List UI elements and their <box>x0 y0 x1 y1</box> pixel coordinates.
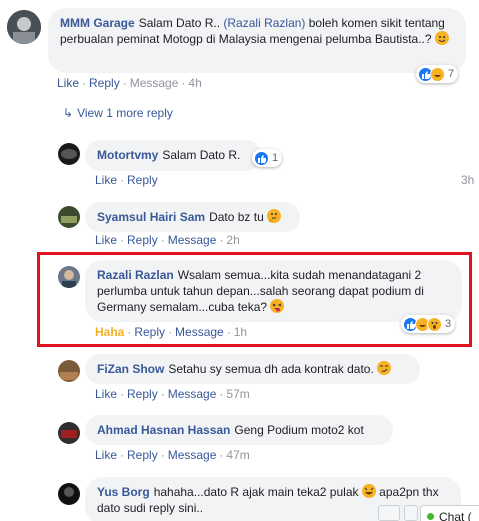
like-button[interactable]: Like <box>57 76 79 90</box>
comment-bubble: FiZan Show Setahu sy semua dh ada kontrak… <box>85 354 420 384</box>
reply-button[interactable]: Reply <box>127 448 158 462</box>
smile-emoji-icon <box>434 31 449 45</box>
comment-bubble: MMM Garage Salam Dato R.. (Razali Razlan)… <box>48 8 466 73</box>
reply-button[interactable]: Reply <box>127 387 158 401</box>
like-reaction-icon <box>254 150 269 166</box>
comment-author[interactable]: MMM Garage <box>60 16 135 30</box>
reaction-summary[interactable]: 3 <box>401 315 456 333</box>
haha-reaction-icon <box>430 66 445 82</box>
timestamp[interactable]: 47m <box>226 448 249 462</box>
message-button[interactable]: Message <box>130 76 179 90</box>
like-button[interactable]: Like <box>95 233 117 247</box>
comment-actions: Haha · Reply · Message · 1h <box>95 325 248 339</box>
comment-author[interactable]: Yus Borg <box>97 485 150 499</box>
comment-bubble: Motortvmy Salam Dato R. <box>85 140 262 171</box>
like-button[interactable]: Like <box>95 448 117 462</box>
haha-button[interactable]: Haha <box>95 325 124 339</box>
smirk-emoji-icon <box>377 361 392 375</box>
avatar[interactable] <box>58 143 80 165</box>
mention-link[interactable]: (Razali Razlan) <box>223 16 305 30</box>
comment-bubble: Ahmad Hasnan Hassan Geng Podium moto2 kot <box>85 415 393 445</box>
comment-author[interactable]: Motortvmy <box>97 148 158 162</box>
online-status-icon <box>427 513 434 520</box>
reply-button[interactable]: Reply <box>127 173 158 187</box>
comment-author[interactable]: FiZan Show <box>97 362 164 376</box>
reply-button[interactable]: Reply <box>127 233 158 247</box>
comment-author[interactable]: Razali Razlan <box>97 268 174 282</box>
comment-author[interactable]: Syamsul Hairi Sam <box>97 210 205 224</box>
timestamp[interactable]: 57m <box>226 387 249 401</box>
avatar[interactable] <box>58 422 80 444</box>
wow-reaction-icon <box>427 316 442 332</box>
thinking-emoji-icon <box>267 209 282 223</box>
gif-icon[interactable] <box>404 505 418 521</box>
reply-button[interactable]: Reply <box>89 76 120 90</box>
avatar[interactable] <box>58 266 80 288</box>
comment-actions: Like · Reply · Message · 47m <box>95 448 250 462</box>
like-button[interactable]: Like <box>95 173 117 187</box>
reaction-summary[interactable]: 1 <box>252 149 283 167</box>
message-button[interactable]: Message <box>168 233 217 247</box>
rofl-emoji-icon <box>361 484 376 498</box>
message-button[interactable]: Message <box>168 448 217 462</box>
comment-bubble: Syamsul Hairi Sam Dato bz tu <box>85 202 300 232</box>
avatar[interactable] <box>58 360 80 382</box>
like-button[interactable]: Like <box>95 387 117 401</box>
chat-tab[interactable]: Chat ( <box>420 505 479 521</box>
timestamp[interactable]: 2h <box>226 233 239 247</box>
reaction-summary[interactable]: 7 <box>416 65 459 83</box>
reply-button[interactable]: Reply <box>134 325 165 339</box>
comment-author[interactable]: Ahmad Hasnan Hassan <box>97 423 230 437</box>
comment-actions: Like · Reply <box>95 173 158 187</box>
comment-bubble: Razali Razlan Wsalam semua...kita sudah m… <box>85 260 462 322</box>
view-more-replies-link[interactable]: ↳ View 1 more reply <box>63 106 173 120</box>
timestamp[interactable]: 1h <box>234 325 247 339</box>
comment-actions: Like · Reply · Message · 57m <box>95 387 250 401</box>
message-button[interactable]: Message <box>168 387 217 401</box>
timestamp[interactable]: 3h <box>461 173 474 187</box>
avatar[interactable] <box>58 206 80 228</box>
comment-actions: Like · Reply · Message · 4h <box>57 76 202 90</box>
comment-actions: Like · Reply · Message · 2h <box>95 233 240 247</box>
reply-arrow-icon: ↳ <box>63 106 74 120</box>
avatar[interactable] <box>58 483 80 505</box>
message-button[interactable]: Message <box>175 325 224 339</box>
avatar[interactable] <box>7 10 41 44</box>
camera-icon[interactable] <box>378 505 400 521</box>
tongue-emoji-icon <box>270 299 285 313</box>
timestamp[interactable]: 4h <box>188 76 201 90</box>
